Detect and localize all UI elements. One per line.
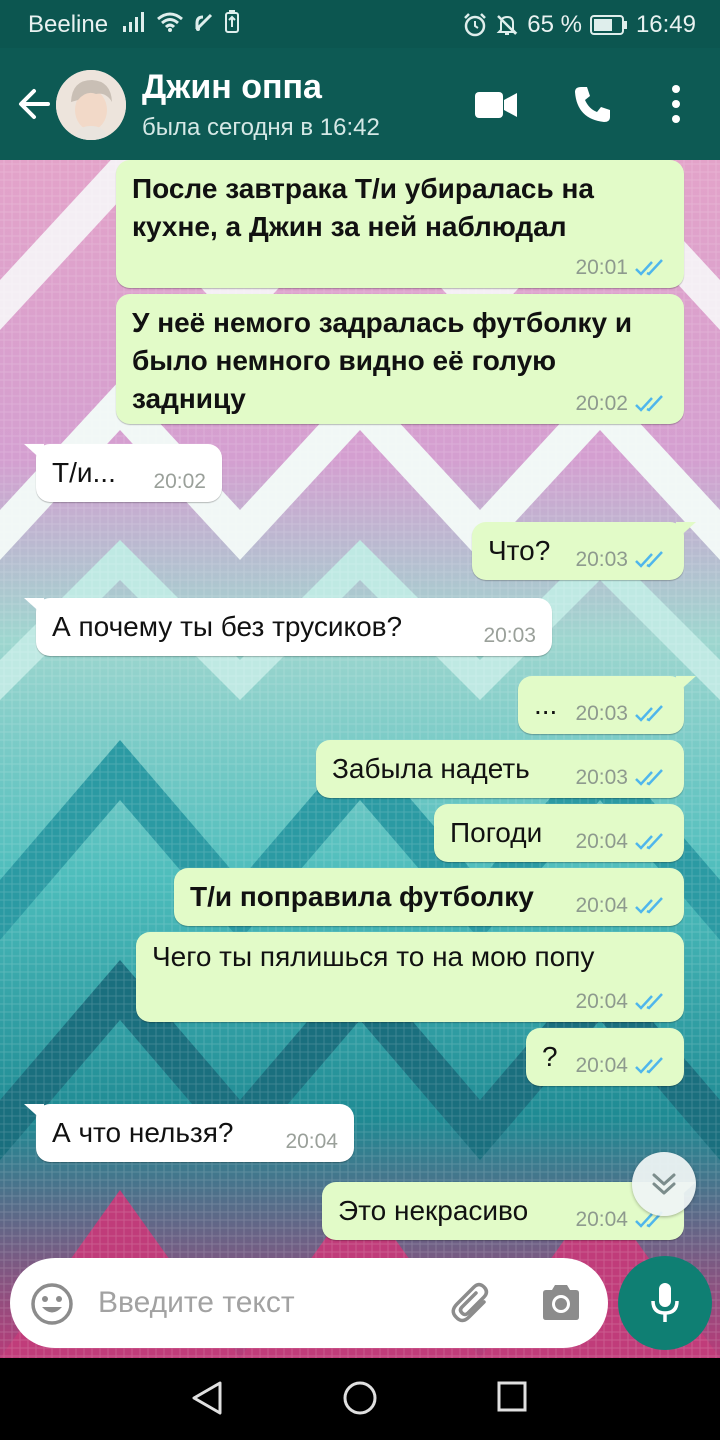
message-input[interactable]: Введите текст [98, 1286, 295, 1320]
message-text: После завтрака Т/и убиралась на кухне, а… [132, 173, 594, 242]
message-incoming[interactable]: Т/и... 20:02 [24, 444, 222, 502]
nfc-icon [195, 13, 213, 31]
back-arrow-icon[interactable] [14, 84, 54, 124]
wifi-icon [157, 12, 183, 32]
emoji-icon[interactable] [30, 1282, 74, 1326]
contact-name[interactable]: Джин оппа [142, 68, 322, 107]
message-text: Чего ты пялишься то на мою попу [152, 941, 595, 972]
battery-percent: 65 % [527, 11, 582, 38]
read-ticks-icon [635, 897, 663, 914]
attach-icon[interactable] [450, 1282, 496, 1328]
scroll-to-bottom-button[interactable] [632, 1152, 696, 1216]
battery-saver-icon [225, 10, 239, 33]
read-ticks-icon [635, 259, 663, 276]
message-outgoing[interactable]: Что? 20:03 [472, 522, 696, 580]
alarm-icon [464, 13, 487, 37]
more-vert-icon[interactable] [666, 84, 686, 124]
message-outgoing[interactable]: У неё немого задралась футболку и было н… [116, 294, 684, 424]
battery-icon [589, 15, 627, 35]
message-incoming[interactable]: А почему ты без трусиков? 20:03 [24, 598, 552, 656]
nav-recents-icon[interactable] [496, 1380, 528, 1414]
message-outgoing[interactable]: ? 20:04 [526, 1028, 684, 1086]
chat-area[interactable]: После завтрака Т/и убиралась на кухне, а… [0, 160, 720, 1358]
signal-icon [123, 12, 144, 32]
message-time: 20:04 [575, 894, 628, 917]
nav-home-icon[interactable] [342, 1380, 378, 1416]
clock: 16:49 [635, 11, 696, 38]
message-time: 20:02 [153, 470, 206, 493]
read-ticks-icon [635, 1057, 663, 1074]
message-text: А почему ты без трусиков? [52, 611, 403, 642]
message-outgoing[interactable]: Это некрасиво 20:04 [322, 1182, 696, 1240]
double-chevron-down-icon [652, 1173, 676, 1195]
status-bar: Beeline 65 % 16:49 [0, 0, 720, 48]
message-time: 20:03 [483, 624, 536, 647]
read-ticks-icon [635, 551, 663, 568]
message-outgoing[interactable]: Погоди 20:04 [434, 804, 684, 862]
mic-button[interactable] [618, 1256, 712, 1350]
chat-header: Джин оппа была сегодня в 16:42 [0, 48, 720, 160]
message-time: 20:01 [575, 256, 628, 279]
message-time: 20:04 [575, 1208, 628, 1231]
phone-icon[interactable] [572, 84, 612, 124]
video-call-icon[interactable] [474, 90, 518, 120]
read-ticks-icon [635, 705, 663, 722]
message-time: 20:04 [285, 1130, 338, 1153]
read-ticks-icon [635, 769, 663, 786]
message-time: 20:03 [575, 702, 628, 725]
read-ticks-icon [635, 395, 663, 412]
message-time: 20:04 [575, 990, 628, 1013]
message-incoming[interactable]: А что нельзя? 20:04 [24, 1104, 354, 1162]
message-outgoing[interactable]: ... 20:03 [518, 676, 696, 734]
message-time: 20:03 [575, 548, 628, 571]
message-outgoing[interactable]: Чего ты пялишься то на мою попу 20:04 [136, 932, 684, 1022]
message-time: 20:02 [575, 392, 628, 415]
nav-back-icon[interactable] [190, 1380, 224, 1416]
system-nav-bar [0, 1358, 720, 1440]
mute-icon [496, 15, 518, 35]
read-ticks-icon [635, 833, 663, 850]
message-outgoing[interactable]: Т/и поправила футболку 20:04 [174, 868, 684, 926]
last-seen-status: была сегодня в 16:42 [142, 114, 380, 141]
message-composer: Введите текст [10, 1258, 608, 1348]
message-time: 20:04 [575, 830, 628, 853]
message-time: 20:03 [575, 766, 628, 789]
message-outgoing[interactable]: Забыла надеть 20:03 [316, 740, 684, 798]
message-time: 20:04 [575, 1054, 628, 1077]
mic-icon [651, 1283, 679, 1322]
camera-icon[interactable] [540, 1284, 582, 1322]
read-ticks-icon [635, 993, 663, 1010]
avatar[interactable] [56, 70, 126, 140]
carrier-name: Beeline [28, 11, 109, 38]
message-outgoing[interactable]: После завтрака Т/и убиралась на кухне, а… [116, 160, 684, 288]
